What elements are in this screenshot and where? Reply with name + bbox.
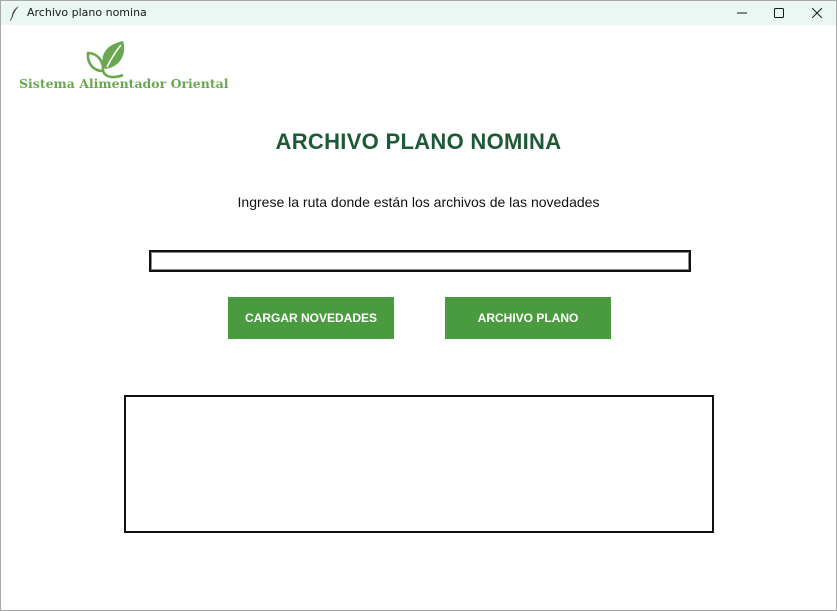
page-title: ARCHIVO PLANO NOMINA bbox=[275, 129, 562, 154]
close-button[interactable] bbox=[799, 1, 835, 25]
app-window: Archivo plano nomina Sistema Alimentador… bbox=[0, 0, 837, 611]
output-text-area[interactable] bbox=[124, 395, 714, 533]
path-input[interactable] bbox=[149, 250, 691, 272]
window-title: Archivo plano nomina bbox=[27, 6, 147, 19]
maximize-button[interactable] bbox=[761, 1, 797, 25]
maximize-icon bbox=[774, 8, 784, 18]
minimize-button[interactable] bbox=[724, 1, 760, 25]
feather-icon bbox=[10, 6, 19, 21]
main-content: Sistema Alimentador Oriental ARCHIVO PLA… bbox=[1, 25, 836, 610]
cargar-novedades-button[interactable]: CARGAR NOVEDADES bbox=[228, 297, 394, 339]
title-bar[interactable]: Archivo plano nomina bbox=[1, 1, 836, 25]
logo-text: Sistema Alimentador Oriental bbox=[19, 76, 229, 91]
instruction-label: Ingrese la ruta donde están los archivos… bbox=[237, 194, 600, 210]
close-icon bbox=[812, 8, 822, 18]
minimize-icon bbox=[737, 12, 747, 14]
archivo-plano-button[interactable]: ARCHIVO PLANO bbox=[445, 297, 611, 339]
